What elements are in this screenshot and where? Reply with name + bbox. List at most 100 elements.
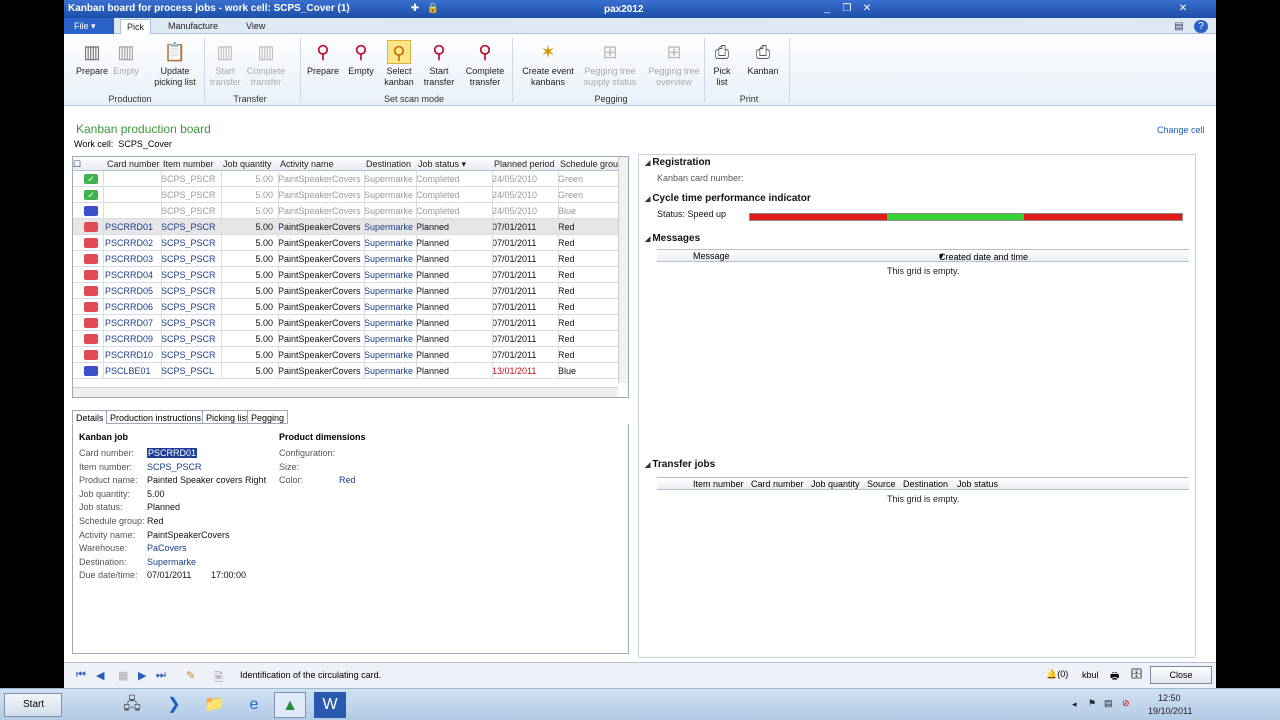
messages-header[interactable]: Messages <box>645 233 700 244</box>
col-created[interactable]: Created date and time ▾ <box>939 251 1028 262</box>
next-record-icon[interactable]: ▶ <box>138 669 146 682</box>
pin-icon[interactable]: ✚ <box>408 2 422 15</box>
previous-record-icon[interactable]: ◀ <box>96 669 104 682</box>
close-icon[interactable]: ✕ <box>860 2 874 15</box>
cycle-status: Status: Speed up <box>657 209 727 219</box>
table-row[interactable]: PSCRRD06 SCPS_PSCR 5.00 PaintSpeakerCovers S… <box>73 299 618 315</box>
table-row[interactable]: SCPS_PSCR 5.00 PaintSpeakerCovers Supermark… <box>73 203 618 219</box>
transfer-column-header[interactable]: Job quantity <box>811 479 860 489</box>
tab-details[interactable]: Details <box>72 410 108 424</box>
tray-network-icon[interactable]: ▤ <box>1104 698 1113 709</box>
alerts[interactable]: 🔔(0) <box>1046 669 1068 680</box>
ribbon-button-label: Pick list <box>713 66 731 87</box>
transfer-empty: This grid is empty. <box>887 494 960 504</box>
dynamics-ax-icon[interactable]: ▲ <box>274 692 306 718</box>
tray-flag-icon[interactable]: ⚑ <box>1088 698 1096 709</box>
grid-column-header[interactable]: Activity name <box>280 159 334 169</box>
grid-horizontal-scrollbar[interactable] <box>73 387 618 397</box>
table-row[interactable]: PSCRRD03 SCPS_PSCR 5.00 PaintSpeakerCovers S… <box>73 251 618 267</box>
tab-pegging[interactable]: Pegging <box>247 410 289 424</box>
complete-transfer-button[interactable]: ▥ Complete transfer <box>244 38 288 92</box>
grid-column-header[interactable]: Schedule grou <box>560 159 618 169</box>
grid-cell: PSCRRD10 <box>105 350 154 360</box>
table-row[interactable]: PSCRRD09 SCPS_PSCR 5.00 PaintSpeakerCovers S… <box>73 331 618 347</box>
table-row[interactable]: PSCLBE01 SCPS_PSCL 5.00 PaintSpeakerCovers S… <box>73 363 618 379</box>
table-row[interactable]: PSCRRD01 SCPS_PSCR 5.00 PaintSpeakerCovers S… <box>73 219 618 235</box>
grid-icon[interactable]: ▦ <box>118 669 128 682</box>
transfer-column-header[interactable]: Source <box>867 479 896 489</box>
start-button[interactable]: Start <box>4 693 62 717</box>
registration-header[interactable]: Registration <box>645 157 710 168</box>
tab-manufacture[interactable]: Manufacture <box>162 19 224 34</box>
database-icon[interactable]: 🗄 <box>1130 669 1143 680</box>
pegging-tree-overview-button[interactable]: ⊞ Pegging tree overview <box>644 38 704 92</box>
col-message[interactable]: Message <box>693 251 730 261</box>
transfer-column-header[interactable]: Job status <box>957 479 998 489</box>
print-icon[interactable]: 🖶 <box>1110 669 1119 686</box>
empty-production-button[interactable]: ▥ Empty <box>112 38 140 92</box>
transfer-jobs-header[interactable]: Transfer jobs <box>645 459 715 470</box>
minimize-button[interactable]: _ <box>820 2 834 15</box>
empty-scan-button[interactable]: ⚲ Empty <box>344 38 378 92</box>
prepare-production-button[interactable]: ▥ Prepare <box>68 38 116 92</box>
prepare-scan-button[interactable]: ⚲ Prepare <box>306 38 340 92</box>
tray-arrow-icon[interactable]: ◂ <box>1072 699 1077 710</box>
restore-button[interactable]: ❐ <box>840 2 854 15</box>
grid-column-header[interactable]: Job quantity <box>223 159 272 169</box>
grid-column-header[interactable]: Destination <box>366 159 411 169</box>
tab-picking-list[interactable]: Picking list <box>202 410 253 424</box>
layout-icon[interactable]: ▤ <box>1172 20 1186 33</box>
grid-cell: PSCRRD04 <box>105 270 154 280</box>
table-row[interactable]: PSCRRD04 SCPS_PSCR 5.00 PaintSpeakerCovers S… <box>73 267 618 283</box>
select-kanban-button[interactable]: ⚲ Select kanban <box>382 38 416 92</box>
create-event-kanbans-button[interactable]: ✶ Create event kanbans <box>518 38 578 92</box>
first-record-icon[interactable]: ⏮ <box>76 669 86 682</box>
tab-pick[interactable]: Pick <box>120 19 152 34</box>
table-row[interactable]: PSCRRD10 SCPS_PSCR 5.00 PaintSpeakerCovers S… <box>73 347 618 363</box>
server-manager-icon[interactable]: 🖧 <box>116 692 148 718</box>
lock-icon[interactable]: 🔒 <box>426 2 440 15</box>
grid-cell: 5.00 <box>255 366 273 376</box>
complete-transfer-scan-button[interactable]: ⚲ Complete transfer <box>460 38 510 92</box>
change-cell-link[interactable]: Change cell <box>1157 125 1205 135</box>
edit-icon[interactable]: ✎ <box>186 669 195 682</box>
grid-column-header[interactable]: Item number <box>163 159 214 169</box>
tab-view[interactable]: View <box>240 19 271 34</box>
select-all-checkbox[interactable]: ☐ <box>73 159 81 170</box>
cycle-time-header[interactable]: Cycle time performance indicator <box>645 193 810 204</box>
attach-icon[interactable]: 🗎 <box>214 669 223 688</box>
internet-explorer-icon[interactable]: e <box>238 692 270 718</box>
kanban-grid: ☐ Card number Item number Job quantity Activ… <box>72 156 629 398</box>
table-row[interactable]: ✓ SCPS_PSCR 5.00 PaintSpeakerCovers Supermar… <box>73 171 618 187</box>
grid-column-header[interactable]: Planned period <box>494 159 555 169</box>
start-transfer-button[interactable]: ▥ Start transfer <box>210 38 241 92</box>
update-picking-list-button[interactable]: 📋 Update picking list <box>148 38 202 92</box>
title-bar: Kanban board for process jobs - work cel… <box>64 0 1216 18</box>
table-row[interactable]: PSCRRD02 SCPS_PSCR 5.00 PaintSpeakerCovers S… <box>73 235 618 251</box>
window-close-icon[interactable]: ✕ <box>1176 2 1190 15</box>
help-icon[interactable]: ? <box>1194 20 1208 33</box>
start-transfer-scan-button[interactable]: ⚲ Start transfer <box>422 38 456 92</box>
word-icon[interactable]: W <box>314 692 346 718</box>
table-row[interactable]: PSCRRD05 SCPS_PSCR 5.00 PaintSpeakerCovers S… <box>73 283 618 299</box>
transfer-column-header[interactable]: Item number <box>693 479 744 489</box>
tab-file[interactable]: File ▾ <box>64 18 114 34</box>
detail-value[interactable]: PSCRRD01 <box>147 448 198 458</box>
pegging-tree-supply-status-button[interactable]: ⊞ Pegging tree supply status <box>580 38 640 92</box>
pick-list-button[interactable]: ⎙ Pick list <box>710 38 734 92</box>
tray-sound-icon[interactable]: ⊘ <box>1122 698 1130 709</box>
table-row[interactable]: ✓ SCPS_PSCR 5.00 PaintSpeakerCovers Supermar… <box>73 187 618 203</box>
tab-production-instructions[interactable]: Production instructions <box>106 410 206 424</box>
table-row[interactable]: PSCRRD07 SCPS_PSCR 5.00 PaintSpeakerCovers S… <box>73 315 618 331</box>
empty-production-icon: ▥ <box>117 42 135 62</box>
transfer-column-header[interactable]: Card number <box>751 479 804 489</box>
transfer-column-header[interactable]: Destination <box>903 479 948 489</box>
last-record-icon[interactable]: ⏭ <box>156 669 166 682</box>
kanban-print-button[interactable]: ⎙ Kanban <box>744 38 782 92</box>
powershell-icon[interactable]: ❯ <box>158 692 190 718</box>
grid-column-header[interactable]: Card number <box>107 159 160 169</box>
grid-column-header[interactable]: Job status ▾ <box>418 159 466 170</box>
close-button[interactable]: Close <box>1150 666 1212 684</box>
folder-icon[interactable]: 📁 <box>198 692 230 718</box>
grid-vertical-scrollbar[interactable] <box>618 157 628 383</box>
